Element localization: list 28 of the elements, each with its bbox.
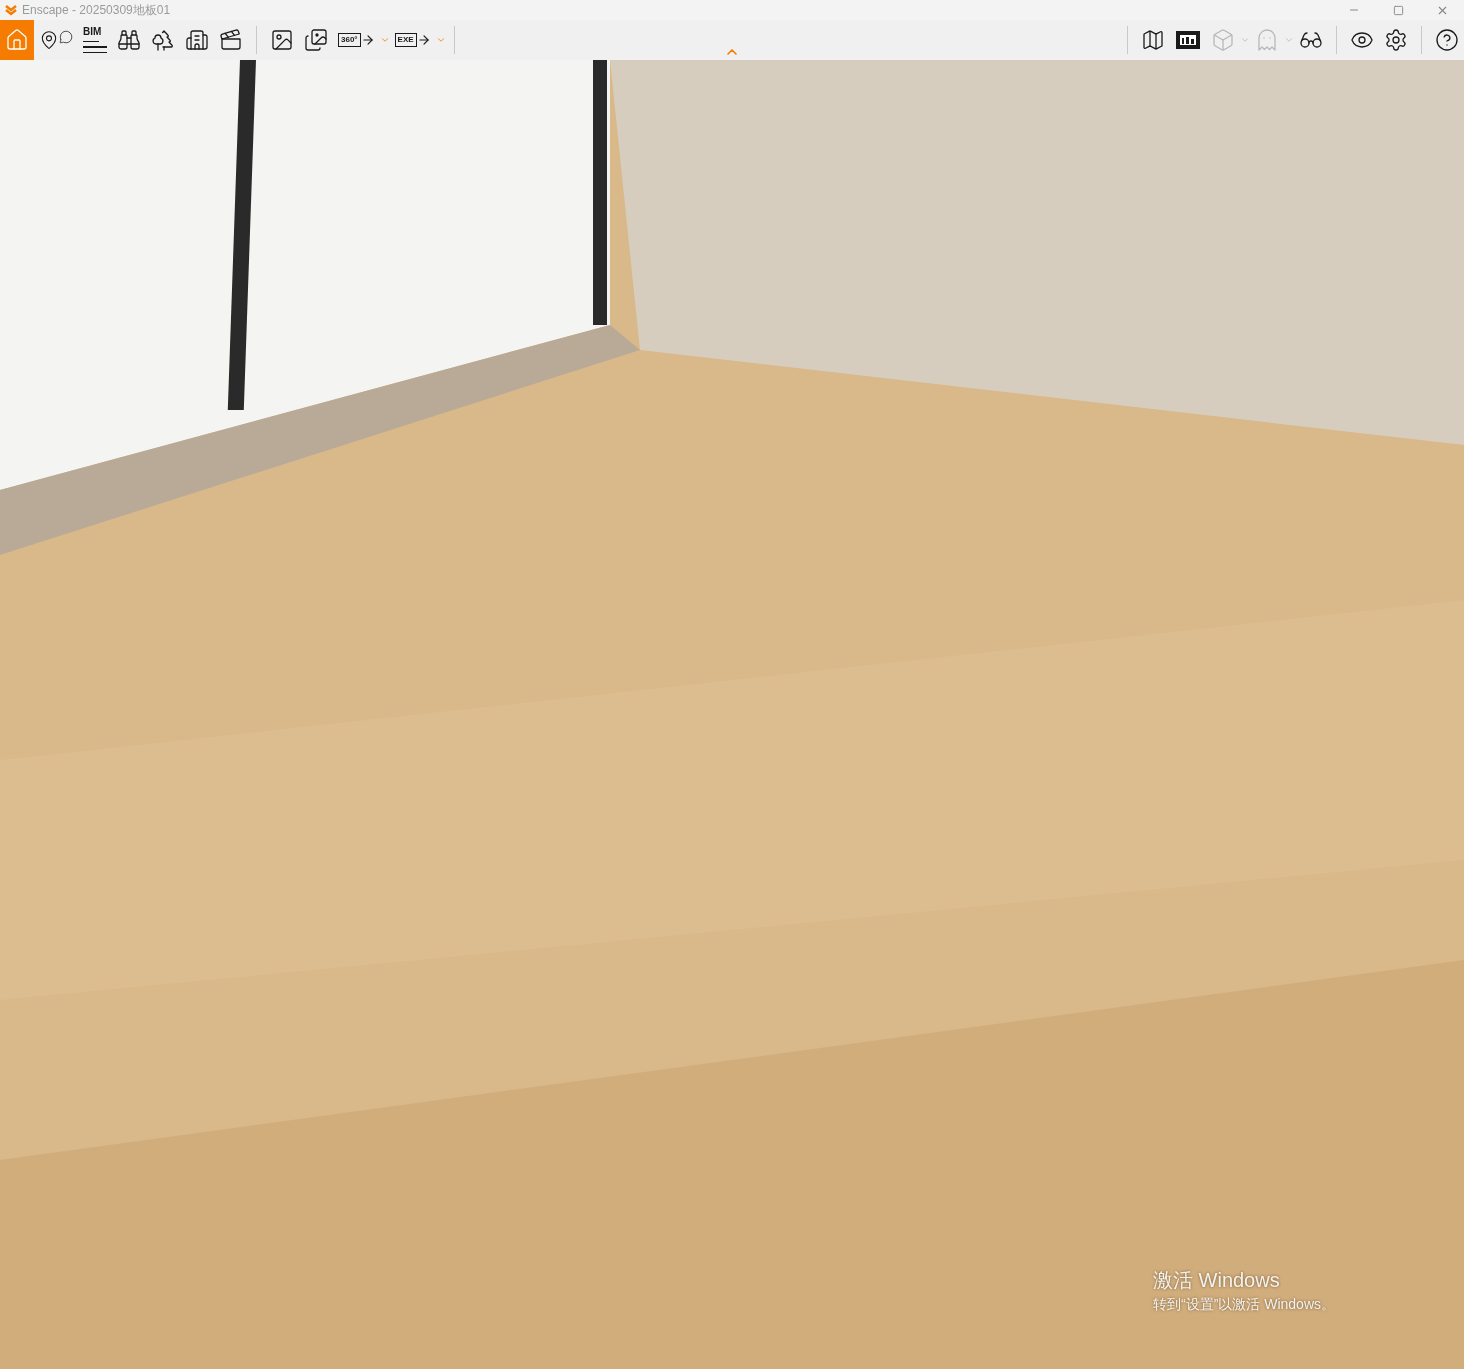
settings-icon <box>1384 28 1408 52</box>
binoculars-icon <box>117 28 141 52</box>
images-export-icon <box>304 28 328 52</box>
window-title: Enscape - 20250309地板01 <box>22 2 171 19</box>
pin-and-bubble-icon <box>39 30 73 50</box>
label-frame: EXE <box>394 33 417 47</box>
arrow-icon <box>360 33 375 47</box>
app-logo-icon <box>4 3 18 17</box>
help-icon <box>1435 28 1459 52</box>
home-icon <box>5 28 29 52</box>
maximize-icon <box>1392 4 1404 16</box>
toolbar-button[interactable]: BIM <box>78 20 112 60</box>
activation-message: 转到“设置”以激活 Windows。 <box>1153 1295 1335 1314</box>
image-export-icon <box>270 28 294 52</box>
ghost-icon <box>1255 28 1279 52</box>
cube-icon <box>1211 28 1235 52</box>
map-icon <box>1141 28 1165 52</box>
clapperboard-icon <box>219 28 243 52</box>
toolbar-button[interactable]: EXE <box>389 20 436 60</box>
lines-icon <box>83 40 107 54</box>
bim-label: BIM <box>83 26 102 37</box>
toolbar-button[interactable]: 360° <box>333 20 380 60</box>
buildings-icon <box>185 28 209 52</box>
arrow-icon <box>416 33 431 47</box>
tree-icon <box>151 28 175 52</box>
label-frame: 360° <box>338 33 361 47</box>
screen-icon <box>1175 29 1201 51</box>
activation-title: 激活 Windows <box>1153 1268 1281 1292</box>
